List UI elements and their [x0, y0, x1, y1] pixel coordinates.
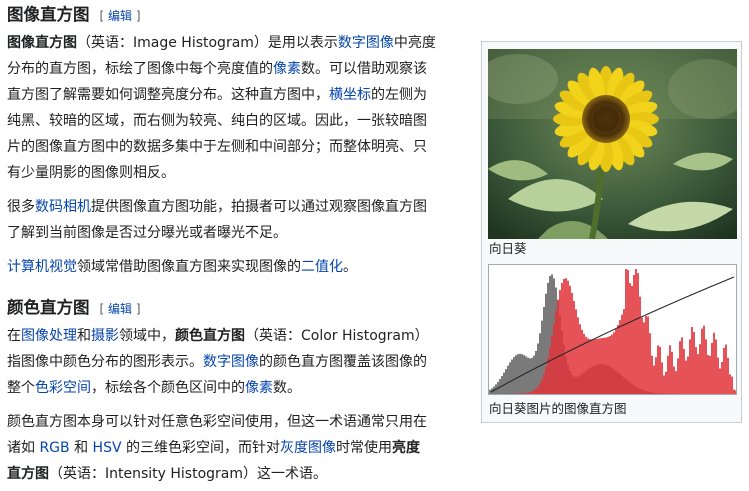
link-grayscale-image[interactable]: 灰度图像: [280, 440, 336, 456]
caption-sunflower: 向日葵: [489, 241, 527, 256]
link-digital-camera[interactable]: 数码相机: [35, 199, 91, 215]
link-abscissa[interactable]: 横坐标: [329, 87, 371, 103]
link-computer-vision[interactable]: 计算机视觉: [7, 259, 77, 275]
heading-text: 颜色直方图: [7, 298, 90, 317]
section-heading-color-histogram: 颜色直方图 [ 编辑 ]: [7, 293, 462, 323]
heading-text: 图像直方图: [7, 5, 90, 24]
histogram-image[interactable]: [488, 264, 737, 395]
edit-link[interactable]: 编辑: [108, 9, 132, 23]
edit-section: [ 编辑 ]: [99, 302, 141, 316]
link-image-processing[interactable]: 图像处理: [21, 328, 77, 344]
paragraph: 颜色直方图本身可以针对任意色彩空间使用，但这一术语通常只用在 诸如 RGB 和 …: [7, 414, 427, 482]
link-binarization[interactable]: 二值化: [301, 259, 343, 275]
link-rgb[interactable]: RGB: [39, 440, 69, 456]
link-photography[interactable]: 摄影: [91, 328, 119, 344]
edit-link[interactable]: 编辑: [108, 302, 132, 316]
link-pixel[interactable]: 像素: [273, 61, 301, 77]
section-heading-image-histogram: 图像直方图 [ 编辑 ]: [7, 0, 462, 30]
link-pixel[interactable]: 像素: [245, 380, 273, 396]
paragraph: 计算机视觉领域常借助图像直方图来实现图像的二值化。: [7, 259, 357, 275]
sunflower-image[interactable]: [488, 49, 737, 239]
edit-section: [ 编辑 ]: [99, 9, 141, 23]
caption-histogram: 向日葵图片的图像直方图: [489, 401, 627, 416]
link-digital-image[interactable]: 数字图像: [203, 354, 259, 370]
paragraph: 在图像处理和摄影领域中，颜色直方图（英语：Color Histogram） 指图…: [7, 328, 429, 396]
article-content: 图像直方图 [ 编辑 ] 图像直方图（英语：Image Histogram）是用以…: [7, 0, 462, 487]
paragraph: 很多数码相机提供图像直方图功能，拍摄者可以通过观察图像直方图 了解到当前图像是否…: [7, 199, 427, 241]
paragraph: 图像直方图（英语：Image Histogram）是用以表示数字图像中亮度 分布…: [7, 35, 436, 181]
thumbnail-box: 向日葵 向日葵图片的图像直方图: [481, 41, 742, 423]
link-hsv[interactable]: HSV: [93, 440, 122, 456]
link-digital-image[interactable]: 数字图像: [338, 35, 394, 51]
link-color-space[interactable]: 色彩空间: [35, 380, 91, 396]
